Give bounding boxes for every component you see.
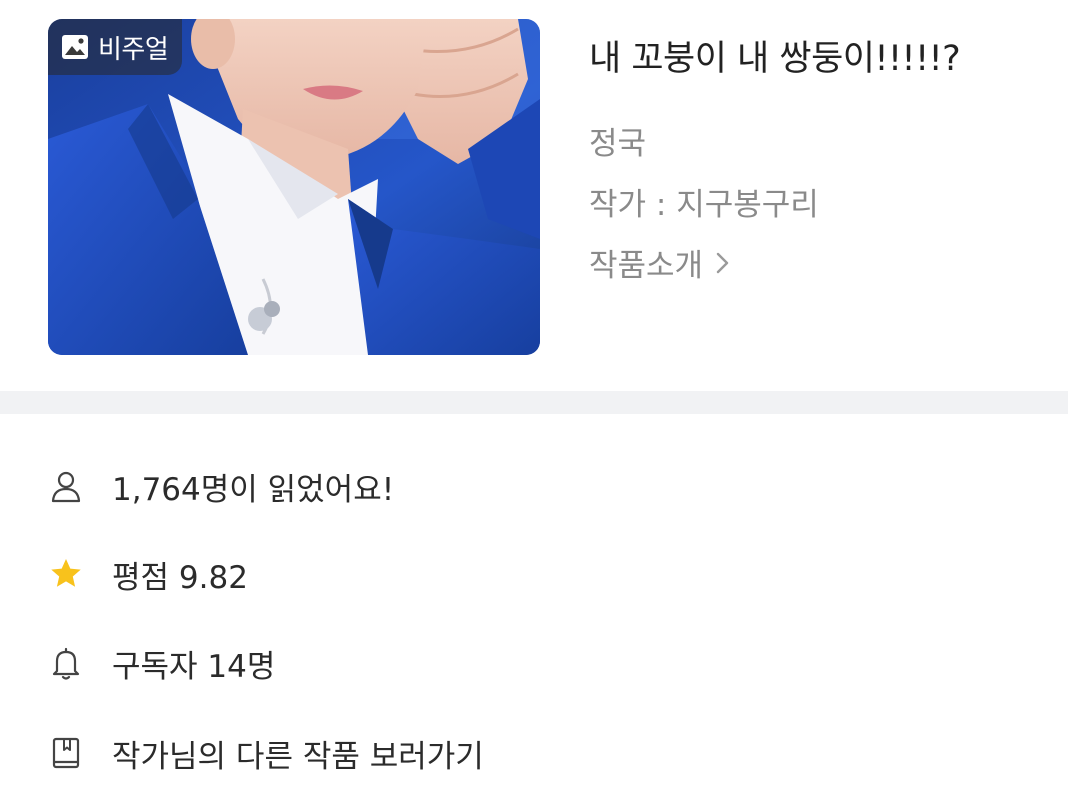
rating-row: 평점 9.82 bbox=[48, 544, 948, 604]
book-icon bbox=[52, 737, 80, 769]
readers-row: 1,764명이 읽었어요! bbox=[48, 456, 948, 516]
rating-value: 평점 9.82 bbox=[112, 559, 248, 596]
cover-image[interactable]: 비주얼 bbox=[48, 19, 540, 355]
chevron-right-icon bbox=[716, 252, 729, 273]
subscribers-row: 구독자 14명 bbox=[48, 633, 948, 693]
work-info: 내 꼬붕이 내 쌍둥이!!!!!? 정국 작가 : 지구봉구리 작품소개 bbox=[589, 22, 1049, 284]
work-author[interactable]: 작가 : 지구봉구리 bbox=[589, 179, 819, 224]
image-icon bbox=[62, 35, 88, 59]
visual-badge-label: 비주얼 bbox=[98, 34, 169, 65]
other-works-label: 작가님의 다른 작품 보러가기 bbox=[112, 738, 484, 775]
subscribers-count: 구독자 14명 bbox=[112, 648, 276, 685]
visual-badge: 비주얼 bbox=[48, 19, 183, 75]
bell-icon bbox=[52, 647, 80, 680]
person-icon bbox=[51, 471, 81, 503]
work-genre: 정국 bbox=[589, 126, 647, 162]
work-intro-link[interactable]: 작품소개 bbox=[589, 240, 733, 285]
work-title: 내 꼬붕이 내 쌍둥이!!!!!? bbox=[589, 39, 961, 79]
work-intro-label: 작품소개 bbox=[589, 248, 704, 284]
other-works-link[interactable]: 작가님의 다른 작품 보러가기 bbox=[48, 723, 948, 783]
star-icon bbox=[51, 559, 81, 587]
work-detail-page: 비주얼 내 꼬붕이 내 쌍둥이!!!!!? 정국 작가 : 지구봉구리 작품소개… bbox=[0, 0, 1068, 801]
section-divider bbox=[0, 391, 1068, 414]
readers-count: 1,764명이 읽었어요! bbox=[112, 471, 395, 508]
